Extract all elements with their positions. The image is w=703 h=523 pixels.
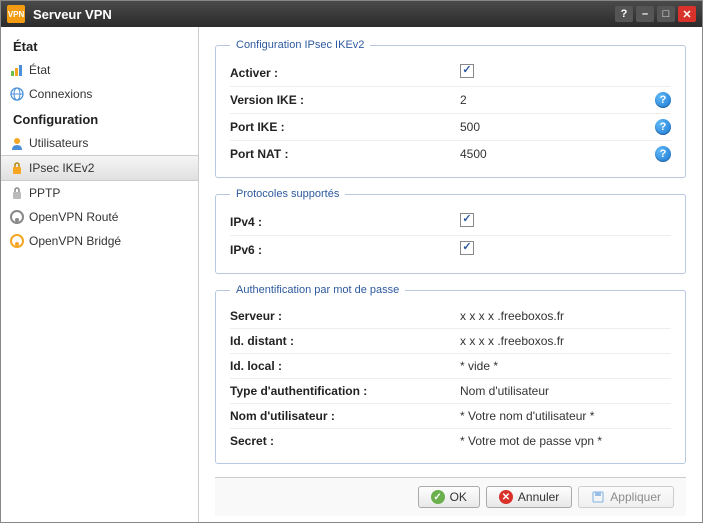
value-ike-version: 2 [460,93,649,107]
checkbox-ipv6[interactable] [460,241,474,255]
ok-icon: ✓ [431,490,445,504]
ok-label: OK [450,490,467,504]
legend-ipsec: Configuration IPsec IKEv2 [230,39,370,51]
label-local-id: Id. local : [230,359,460,373]
sidebar-item-label: OpenVPN Routé [29,210,118,224]
label-ipv4: IPv4 : [230,215,460,229]
sidebar-item-label: IPsec IKEv2 [29,161,94,175]
sidebar-item-label: État [29,63,50,77]
checkbox-ipv4[interactable] [460,213,474,227]
label-username: Nom d'utilisateur : [230,409,460,423]
row-ipv6: IPv6 : [230,236,671,263]
value-nat-port: 4500 [460,147,649,161]
apply-button[interactable]: Appliquer [578,486,674,508]
chart-icon [9,62,25,78]
help-icon[interactable]: ? [655,92,671,108]
minimize-button[interactable]: – [636,6,654,22]
fieldset-ipsec: Configuration IPsec IKEv2 Activer : Vers… [215,39,686,178]
label-remote-id: Id. distant : [230,334,460,348]
row-activate: Activer : [230,59,671,87]
sidebar-item-label: OpenVPN Bridgé [29,234,121,248]
footer: ✓ OK ✕ Annuler Appliquer [215,477,686,516]
cancel-button[interactable]: ✕ Annuler [486,486,572,508]
sidebar-item-label: Connexions [29,87,92,101]
row-ipv4: IPv4 : [230,208,671,236]
app-icon: VPN [7,5,25,23]
value-secret: * Votre mot de passe vpn * [460,434,671,448]
content-area: Configuration IPsec IKEv2 Activer : Vers… [199,27,702,522]
user-icon [9,135,25,151]
ok-button[interactable]: ✓ OK [418,486,480,508]
label-ike-version: Version IKE : [230,93,460,107]
help-icon[interactable]: ? [655,119,671,135]
row-ike-port: Port IKE : 500 ? [230,114,671,141]
window-body: État État Connexions Configuration Utili… [1,27,702,522]
label-ipv6: IPv6 : [230,243,460,257]
value-server: x x x x .freeboxos.fr [460,309,671,323]
value-auth-type: Nom d'utilisateur [460,384,671,398]
sidebar-item-ovpn-route[interactable]: OpenVPN Routé [1,205,198,229]
ovpn-orange-icon [9,233,25,249]
value-local-id: * vide * [460,359,671,373]
sidebar-section-state: État [1,33,198,58]
legend-auth: Authentification par mot de passe [230,284,405,296]
fieldset-protocols: Protocoles supportés IPv4 : IPv6 : [215,188,686,274]
sidebar-item-ovpn-bridge[interactable]: OpenVPN Bridgé [1,229,198,253]
sidebar-item-connections[interactable]: Connexions [1,82,198,106]
sidebar-item-label: Utilisateurs [29,136,88,150]
value-username: * Votre nom d'utilisateur * [460,409,671,423]
cancel-label: Annuler [518,490,559,504]
lock-grey-icon [9,185,25,201]
legend-protocols: Protocoles supportés [230,188,345,200]
sidebar-item-label: PPTP [29,186,60,200]
row-ike-version: Version IKE : 2 ? [230,87,671,114]
help-button[interactable]: ? [615,6,633,22]
sidebar-item-pptp[interactable]: PPTP [1,181,198,205]
titlebar: VPN Serveur VPN ? – □ ✕ [1,1,702,27]
window-title: Serveur VPN [33,7,612,22]
row-auth-type: Type d'authentification : Nom d'utilisat… [230,379,671,404]
lock-icon [9,160,25,176]
label-secret: Secret : [230,434,460,448]
globe-icon [9,86,25,102]
apply-label: Appliquer [610,490,661,504]
maximize-button[interactable]: □ [657,6,675,22]
label-activate: Activer : [230,66,460,80]
cancel-icon: ✕ [499,490,513,504]
sidebar-item-state[interactable]: État [1,58,198,82]
label-auth-type: Type d'authentification : [230,384,460,398]
sidebar-item-users[interactable]: Utilisateurs [1,131,198,155]
label-ike-port: Port IKE : [230,120,460,134]
value-ike-port: 500 [460,120,649,134]
row-nat-port: Port NAT : 4500 ? [230,141,671,167]
row-username: Nom d'utilisateur : * Votre nom d'utilis… [230,404,671,429]
row-server: Serveur : x x x x .freeboxos.fr [230,304,671,329]
checkbox-activate[interactable] [460,64,474,78]
fieldset-auth: Authentification par mot de passe Serveu… [215,284,686,464]
label-nat-port: Port NAT : [230,147,460,161]
close-button[interactable]: ✕ [678,6,696,22]
help-icon[interactable]: ? [655,146,671,162]
ovpn-icon [9,209,25,225]
sidebar-section-config: Configuration [1,106,198,131]
label-server: Serveur : [230,309,460,323]
row-secret: Secret : * Votre mot de passe vpn * [230,429,671,453]
app-window: VPN Serveur VPN ? – □ ✕ État État Connex… [0,0,703,523]
apply-icon [591,490,605,504]
row-local-id: Id. local : * vide * [230,354,671,379]
value-remote-id: x x x x .freeboxos.fr [460,334,671,348]
sidebar: État État Connexions Configuration Utili… [1,27,199,522]
row-remote-id: Id. distant : x x x x .freeboxos.fr [230,329,671,354]
sidebar-item-ipsec[interactable]: IPsec IKEv2 [1,155,198,181]
